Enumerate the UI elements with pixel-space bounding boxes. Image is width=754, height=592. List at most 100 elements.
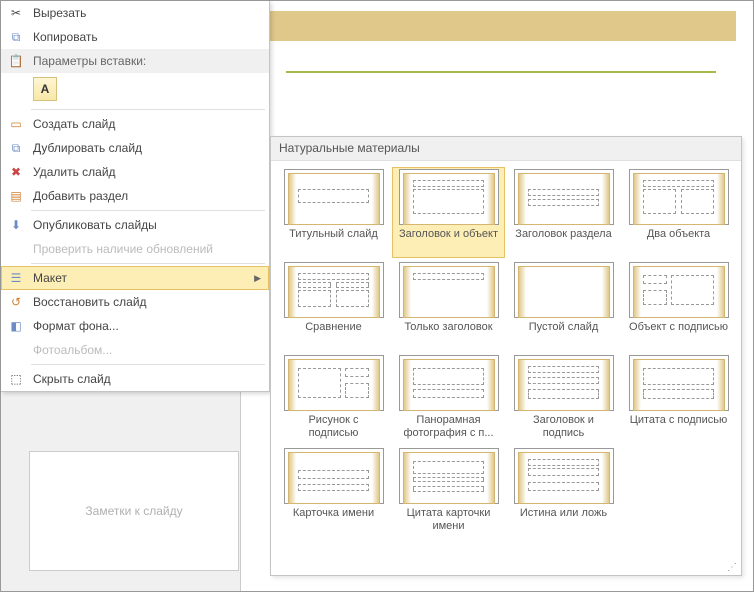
menu-format-bg[interactable]: ◧ Формат фона...	[1, 314, 269, 338]
layout-thumbnail	[284, 355, 384, 411]
separator	[31, 263, 265, 264]
notes-pane[interactable]: Заметки к слайду	[29, 451, 239, 571]
reset-icon: ↺	[7, 293, 25, 311]
layout-pic-caption[interactable]: Рисунок с подписью	[277, 353, 390, 444]
layout-section[interactable]: Заголовок раздела	[507, 167, 620, 258]
layout-title-caption[interactable]: Заголовок и подпись	[507, 353, 620, 444]
layout-thumbnail	[399, 262, 499, 318]
layout-true-false[interactable]: Истина или ложь	[507, 446, 620, 537]
copy-icon: ⧉	[7, 28, 25, 46]
layout-blank[interactable]: Пустой слайд	[507, 260, 620, 351]
layout-panoramic[interactable]: Панорамная фотография с п...	[392, 353, 505, 444]
menu-copy-label: Копировать	[33, 30, 261, 44]
layout-label: Объект с подписью	[629, 321, 729, 349]
menu-album-label: Фотоальбом...	[33, 343, 261, 357]
menu-publish-label: Опубликовать слайды	[33, 218, 261, 232]
paste-options-row: A	[1, 73, 269, 107]
layout-comparison[interactable]: Сравнение	[277, 260, 390, 351]
hide-icon: ⬚	[7, 370, 25, 388]
layout-label: Заголовок и подпись	[514, 414, 614, 442]
menu-cut[interactable]: ✂ Вырезать	[1, 1, 269, 25]
layout-thumbnail	[629, 169, 729, 225]
layout-gallery: Натуральные материалы Титульный слайд Заг…	[270, 136, 742, 576]
layout-content-caption[interactable]: Объект с подписью	[622, 260, 735, 351]
layout-label: Титульный слайд	[284, 228, 384, 256]
menu-cut-label: Вырезать	[33, 6, 261, 20]
layout-thumbnail	[514, 169, 614, 225]
menu-reset-slide[interactable]: ↺ Восстановить слайд	[1, 290, 269, 314]
delete-icon: ✖	[7, 163, 25, 181]
layout-title-only[interactable]: Только заголовок	[392, 260, 505, 351]
new-slide-icon: ▭	[7, 115, 25, 133]
menu-photo-album: Фотоальбом...	[1, 338, 269, 362]
layout-label: Два объекта	[629, 228, 729, 256]
menu-updates-label: Проверить наличие обновлений	[33, 242, 261, 256]
chevron-right-icon: ▶	[254, 273, 261, 284]
resize-grip-icon[interactable]: ⋰	[727, 562, 737, 573]
menu-publish-slides[interactable]: ⬇ Опубликовать слайды	[1, 213, 269, 237]
menu-duplicate-slide[interactable]: ⧉ Дублировать слайд	[1, 136, 269, 160]
paste-icon: 📋	[7, 52, 25, 70]
layout-thumbnail	[629, 262, 729, 318]
layout-thumbnail	[284, 169, 384, 225]
updates-icon	[7, 240, 25, 258]
layout-thumbnail	[514, 262, 614, 318]
menu-hide-label: Скрыть слайд	[33, 372, 261, 386]
publish-icon: ⬇	[7, 216, 25, 234]
layout-thumbnail	[514, 355, 614, 411]
format-bg-icon: ◧	[7, 317, 25, 335]
layout-two-content[interactable]: Два объекта	[622, 167, 735, 258]
layout-thumbnail	[514, 448, 614, 504]
gallery-theme-header: Натуральные материалы	[271, 137, 741, 161]
separator	[31, 210, 265, 211]
layout-thumbnail	[284, 448, 384, 504]
layout-thumbnail	[284, 262, 384, 318]
layout-title-content[interactable]: Заголовок и объект	[392, 167, 505, 258]
cut-icon: ✂	[7, 4, 25, 22]
gallery-grid: Титульный слайд Заголовок и объект Заголов…	[271, 161, 741, 543]
paste-keep-text-button[interactable]: A	[33, 77, 57, 101]
menu-copy[interactable]: ⧉ Копировать	[1, 25, 269, 49]
menu-new-slide[interactable]: ▭ Создать слайд	[1, 112, 269, 136]
layout-thumbnail	[399, 355, 499, 411]
menu-layout[interactable]: ☰ Макет ▶	[1, 266, 269, 290]
layout-quote-caption[interactable]: Цитата с подписью	[622, 353, 735, 444]
context-menu: ✂ Вырезать ⧉ Копировать 📋 Параметры вста…	[1, 1, 270, 392]
layout-label: Сравнение	[284, 321, 384, 349]
layout-label: Цитата с подписью	[629, 414, 729, 442]
menu-new-slide-label: Создать слайд	[33, 117, 261, 131]
menu-paste-options: 📋 Параметры вставки:	[1, 49, 269, 73]
menu-section-label: Добавить раздел	[33, 189, 261, 203]
layout-title[interactable]: Титульный слайд	[277, 167, 390, 258]
layout-quote-name[interactable]: Цитата карточки имени	[392, 446, 505, 537]
menu-add-section[interactable]: ▤ Добавить раздел	[1, 184, 269, 208]
layout-label: Истина или ложь	[514, 507, 614, 535]
layout-label: Рисунок с подписью	[284, 414, 384, 442]
menu-layout-label: Макет	[33, 271, 254, 285]
layout-label: Карточка имени	[284, 507, 384, 535]
layout-label: Цитата карточки имени	[399, 507, 499, 535]
layout-label: Пустой слайд	[514, 321, 614, 349]
layout-thumbnail	[629, 355, 729, 411]
duplicate-icon: ⧉	[7, 139, 25, 157]
menu-delete-label: Удалить слайд	[33, 165, 261, 179]
menu-hide-slide[interactable]: ⬚ Скрыть слайд	[1, 367, 269, 391]
menu-delete-slide[interactable]: ✖ Удалить слайд	[1, 160, 269, 184]
layout-label: Заголовок раздела	[514, 228, 614, 256]
layout-thumbnail	[399, 169, 499, 225]
section-icon: ▤	[7, 187, 25, 205]
layout-icon: ☰	[7, 269, 25, 287]
layout-label: Панорамная фотография с п...	[399, 414, 499, 442]
layout-label: Только заголовок	[399, 321, 499, 349]
menu-paste-label: Параметры вставки:	[33, 54, 261, 68]
separator	[31, 364, 265, 365]
layout-thumbnail	[399, 448, 499, 504]
menu-reset-label: Восстановить слайд	[33, 295, 261, 309]
album-icon	[7, 341, 25, 359]
layout-name-card[interactable]: Карточка имени	[277, 446, 390, 537]
menu-check-updates: Проверить наличие обновлений	[1, 237, 269, 261]
layout-label: Заголовок и объект	[399, 228, 499, 256]
menu-duplicate-label: Дублировать слайд	[33, 141, 261, 155]
separator	[31, 109, 265, 110]
menu-format-label: Формат фона...	[33, 319, 261, 333]
